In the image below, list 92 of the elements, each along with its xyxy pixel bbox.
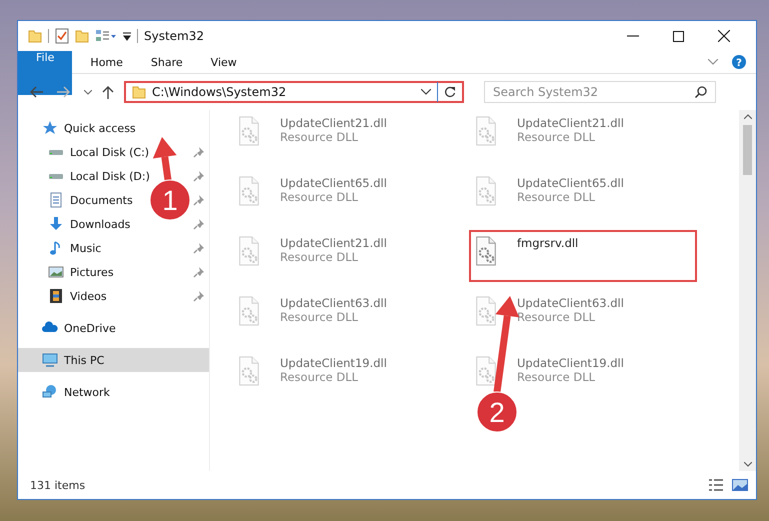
dll-file-icon	[475, 116, 497, 146]
dropdown-caret-icon[interactable]	[421, 89, 431, 95]
dll-file-icon	[238, 236, 260, 266]
dll-file-icon	[475, 296, 497, 326]
close-icon[interactable]	[718, 30, 730, 42]
drive-icon	[48, 148, 64, 156]
step-number-badge: 1	[150, 180, 190, 220]
scrollbar-thumb[interactable]	[743, 125, 752, 175]
file-name: fmgrsrv.dll	[517, 236, 578, 250]
file-type: Resource DLL	[280, 250, 360, 264]
picture-icon	[48, 264, 64, 280]
file-name: UpdateClient19.dll	[280, 356, 387, 370]
recent-locations-icon[interactable]	[84, 90, 92, 94]
up-arrow-icon[interactable]	[102, 86, 114, 98]
step-number-badge: 2	[476, 392, 518, 432]
nav-pane-item[interactable]: Documents	[48, 192, 133, 208]
file-item[interactable]: UpdateClient21.dll Resource DLL	[473, 114, 712, 158]
ribbon-tab[interactable]: View	[196, 51, 251, 73]
window-title: System32	[144, 29, 204, 43]
network-icon	[42, 384, 58, 400]
refresh-icon[interactable]	[444, 86, 456, 98]
maximize-icon[interactable]	[673, 30, 684, 42]
file-type: Resource DLL	[517, 370, 596, 384]
ribbon-tab[interactable]: Share	[136, 51, 197, 73]
file-name: UpdateClient65.dll	[517, 176, 624, 190]
nav-pane-item[interactable]: Downloads	[48, 216, 130, 232]
address-bar[interactable]: C:\Windows\System32	[124, 81, 464, 103]
document-icon	[48, 192, 64, 208]
nav-pane-item[interactable]: OneDrive	[42, 320, 116, 336]
file-item[interactable]: UpdateClient65.dll Resource DLL	[236, 174, 475, 218]
ribbon-tab[interactable]: Home	[76, 51, 137, 73]
file-type: Resource DLL	[517, 190, 596, 204]
file-name: UpdateClient63.dll	[517, 296, 624, 310]
file-type: Resource DLL	[280, 370, 360, 384]
nav-pane-item[interactable]: Local Disk (C:)	[48, 146, 150, 158]
file-type: Resource DLL	[280, 190, 360, 204]
dll-file-icon	[475, 176, 497, 206]
file-item[interactable]: UpdateClient21.dll Resource DLL	[236, 114, 475, 158]
annotation-arrow	[152, 137, 177, 180]
drive-icon	[48, 172, 64, 180]
nav-pane-item[interactable]: Quick access	[42, 120, 136, 136]
file-name: UpdateClient63.dll	[280, 296, 387, 310]
nav-pane-item[interactable]: Local Disk (D:)	[48, 170, 150, 182]
forward-arrow-icon[interactable]	[57, 86, 70, 98]
nav-pane-item[interactable]: This PC	[42, 352, 104, 368]
file-item[interactable]: UpdateClient19.dll Resource DLL	[236, 354, 475, 398]
file-item[interactable]: UpdateClient65.dll Resource DLL	[473, 174, 712, 218]
large-icons-view-icon[interactable]	[732, 478, 748, 492]
file-item[interactable]: UpdateClient21.dll Resource DLL	[236, 234, 475, 278]
dll-file-icon	[238, 356, 260, 386]
view-options-icon[interactable]	[95, 29, 117, 43]
dll-file-icon	[238, 116, 260, 146]
properties-icon[interactable]	[55, 28, 69, 44]
file-type: Resource DLL	[280, 130, 360, 144]
dll-file-icon	[475, 236, 497, 266]
customize-toolbar-icon[interactable]	[123, 31, 131, 41]
down-arrow-icon	[48, 216, 64, 232]
folder-icon	[132, 85, 146, 99]
nav-pane-item[interactable]: Network	[42, 384, 110, 400]
address-path: C:\Windows\System32	[152, 85, 288, 99]
file-menu-tab[interactable]: File	[18, 51, 72, 95]
back-arrow-icon[interactable]	[30, 86, 43, 98]
minimize-icon[interactable]	[627, 35, 639, 37]
file-item[interactable]: fmgrsrv.dll	[473, 234, 693, 278]
scroll-up-icon[interactable]	[744, 114, 752, 119]
scroll-down-icon[interactable]	[744, 462, 752, 467]
item-count: 131 items	[30, 478, 86, 492]
monitor-icon	[42, 352, 58, 368]
dll-file-icon	[238, 296, 260, 326]
file-name: UpdateClient21.dll	[280, 236, 387, 250]
nav-pane-item[interactable]: Videos	[48, 288, 107, 304]
help-icon[interactable]: ?	[732, 55, 746, 69]
file-type: Resource DLL	[517, 130, 596, 144]
chevron-down-icon[interactable]	[708, 59, 718, 65]
file-name: UpdateClient65.dll	[280, 176, 387, 190]
details-view-icon[interactable]	[708, 478, 724, 492]
star-icon	[42, 120, 58, 136]
file-item[interactable]: UpdateClient63.dll Resource DLL	[473, 294, 712, 338]
film-strip-icon	[48, 288, 64, 304]
nav-pane-item[interactable]: Pictures	[48, 264, 114, 280]
nav-pane-item[interactable]: Music	[48, 240, 102, 256]
file-name: UpdateClient21.dll	[280, 116, 387, 130]
search-icon	[695, 86, 707, 98]
file-item[interactable]: UpdateClient63.dll Resource DLL	[236, 294, 475, 338]
file-type: Resource DLL	[517, 310, 596, 324]
dll-file-icon	[238, 176, 260, 206]
scrollbar[interactable]	[739, 110, 756, 471]
file-name: UpdateClient21.dll	[517, 116, 624, 130]
file-name: UpdateClient19.dll	[517, 356, 624, 370]
dll-file-icon	[475, 356, 497, 386]
file-type: Resource DLL	[280, 310, 360, 324]
search-field[interactable]: Search System32	[484, 81, 716, 103]
